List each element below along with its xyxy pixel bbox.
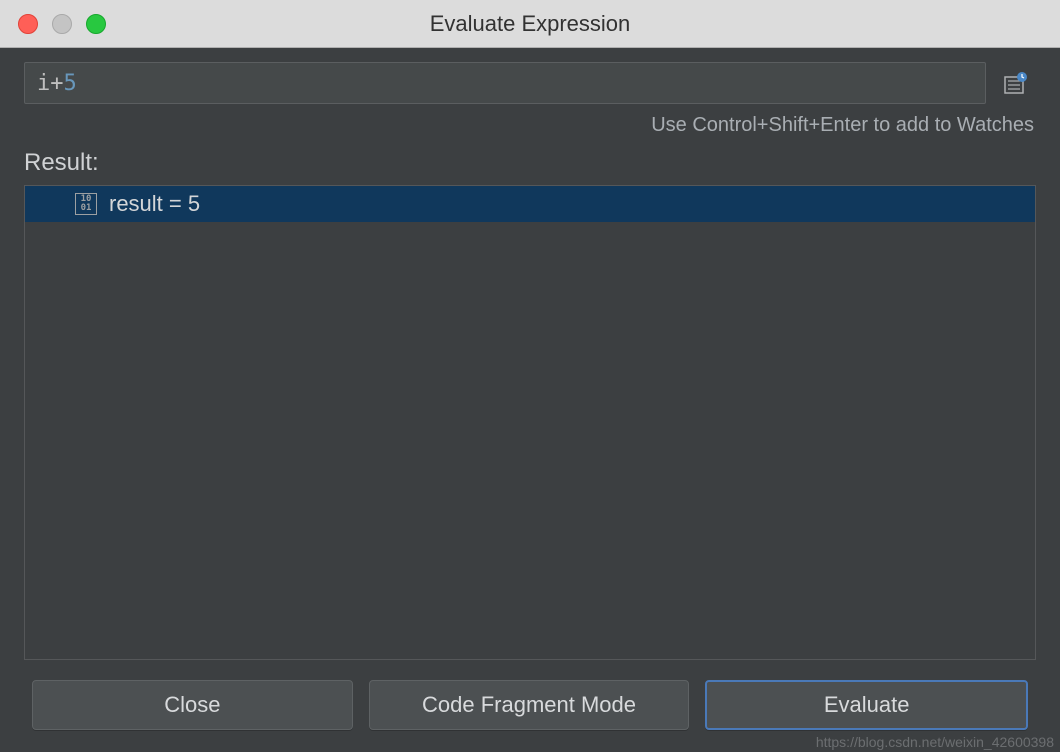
evaluate-button[interactable]: Evaluate <box>705 680 1028 730</box>
result-text: result = 5 <box>109 191 200 217</box>
window-title: Evaluate Expression <box>430 11 631 37</box>
window-maximize-button[interactable] <box>86 14 106 34</box>
result-panel[interactable]: 10 01 result = 5 <box>24 185 1036 660</box>
window-close-button[interactable] <box>18 14 38 34</box>
result-row[interactable]: 10 01 result = 5 <box>25 186 1035 222</box>
code-fragment-mode-button[interactable]: Code Fragment Mode <box>369 680 690 730</box>
history-icon <box>1001 69 1029 97</box>
traffic-lights <box>0 14 106 34</box>
expression-operator: + <box>50 71 63 96</box>
expression-row: i + 5 <box>24 62 1036 104</box>
content-area: i + 5 Use Control+Shift+Enter to add to … <box>0 48 1060 752</box>
titlebar: Evaluate Expression <box>0 0 1060 48</box>
history-button[interactable] <box>994 62 1036 104</box>
expression-variable: i <box>37 71 50 96</box>
expression-input[interactable]: i + 5 <box>24 62 986 104</box>
hint-text: Use Control+Shift+Enter to add to Watche… <box>24 114 1036 137</box>
watermark: https://blog.csdn.net/weixin_42600398 <box>816 734 1054 750</box>
binary-icon: 10 01 <box>75 193 97 215</box>
expression-number: 5 <box>64 71 77 96</box>
result-label: Result: <box>24 149 1036 177</box>
window-minimize-button[interactable] <box>52 14 72 34</box>
close-button[interactable]: Close <box>32 680 353 730</box>
